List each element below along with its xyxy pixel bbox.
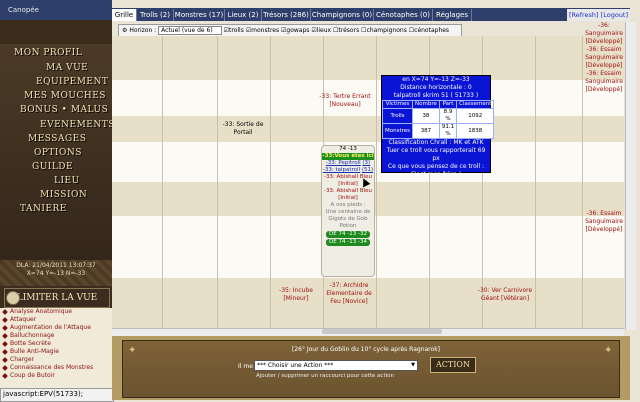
monster-abishall-2[interactable]: -33: Abishall Bleu [Initial] bbox=[322, 188, 374, 202]
position-coords: X=74 Y=-13 N=-33 bbox=[26, 270, 86, 277]
skill-item[interactable]: Charger bbox=[0, 356, 112, 364]
menu-messages[interactable]: MESSAGES bbox=[28, 134, 86, 144]
refresh-link[interactable]: [Refresh] bbox=[569, 11, 599, 19]
action-select[interactable]: *** Choisir une Action *** bbox=[254, 360, 418, 371]
troll-pepitroll[interactable]: -33: Pepitroll (3) bbox=[322, 160, 374, 167]
skill-item[interactable]: Bulle Anti-Magie bbox=[0, 348, 112, 356]
table-row: Monstres 387 91.1 % 1838 bbox=[381, 123, 495, 139]
filter-monstres[interactable]: ☑monstres bbox=[246, 27, 279, 34]
filter-gowaps[interactable]: ☑gowaps bbox=[281, 27, 309, 34]
at-your-feet: A vos pieds : Une centaine de Gigots de … bbox=[325, 202, 371, 229]
menu-options[interactable]: OPTIONS bbox=[34, 148, 82, 158]
cell-incube[interactable]: -35: Incube [Mineur] bbox=[272, 287, 320, 303]
menu-mes-mouches[interactable]: MES MOUCHES bbox=[24, 91, 106, 101]
current-cell-panel: 74 -13 -33:Vous êtes ici -33: Pepitroll … bbox=[321, 145, 375, 277]
dla-info: DLA: 21/04/2011 13:07:37 X=74 Y=-13 N=-3… bbox=[4, 262, 108, 278]
location-banner: Canopée bbox=[0, 0, 112, 20]
table-row: Trolls 38 8.9 % 1092 bbox=[381, 108, 495, 124]
grid-row bbox=[112, 36, 624, 80]
skill-item[interactable]: Augmentation de l'Attaque bbox=[0, 324, 112, 332]
tab-champignons[interactable]: Champignons (0) bbox=[311, 9, 374, 21]
tab-cenotaphes[interactable]: Cénotaphes (0) bbox=[374, 9, 433, 21]
scroll-thumb[interactable] bbox=[322, 329, 442, 334]
refresh-logout: [Refresh] [Logout] bbox=[566, 9, 630, 21]
popup-coords: en X=74 Y=-13 Z=-33 bbox=[402, 76, 470, 83]
cell-essaim[interactable]: -36: Essaim Sanguimaire [Développé] bbox=[584, 210, 624, 234]
tab-grille[interactable]: Grille bbox=[112, 9, 137, 21]
popup-distance: Distance horizontale : 0 bbox=[400, 84, 472, 91]
cell-portail[interactable]: -33: Sortie de Portail bbox=[218, 121, 268, 137]
troll-info-popup: en X=74 Y=-13 Z=-33 Distance horizontale… bbox=[381, 75, 495, 178]
skill-item[interactable]: Balluchonnage bbox=[0, 332, 112, 340]
table-header: Nombre bbox=[412, 100, 440, 109]
tab-reglages[interactable]: Réglages bbox=[433, 9, 472, 21]
horizon-select[interactable]: Actuel (vue de 6) bbox=[158, 26, 222, 35]
gear-icon[interactable]: ⚙ bbox=[122, 27, 127, 34]
filter-tresors[interactable]: ☐trésors bbox=[333, 27, 359, 34]
cell-tertre[interactable]: -33: Tertre Errant [Nouveau] bbox=[318, 93, 372, 109]
skill-item[interactable]: Analyse Anatomique bbox=[0, 308, 112, 316]
tab-bar: Grille Trolls (2) Monstres (17) Lieux (2… bbox=[112, 8, 630, 21]
menu-lieu[interactable]: LIEU bbox=[54, 176, 80, 186]
move-down-button[interactable]: DE 74 -13 -32 bbox=[326, 231, 370, 238]
menu-taniere[interactable]: TANIERE bbox=[20, 204, 67, 214]
tab-monstres[interactable]: Monstres (17) bbox=[174, 9, 225, 21]
vertical-scrollbar[interactable] bbox=[625, 22, 636, 330]
popup-answer: C'est mon frère ! bbox=[410, 171, 462, 178]
logout-link[interactable]: [Logout] bbox=[601, 11, 628, 19]
horizon-label: Horizon : bbox=[129, 27, 157, 34]
popup-troll-name: talpatroll skrim 51 ( 51733 ) bbox=[393, 92, 479, 99]
move-up-button[interactable]: DE 74 -13 -34 bbox=[326, 239, 370, 246]
filter-lieux[interactable]: ☑lieux bbox=[311, 27, 331, 34]
menu-mission[interactable]: MISSION bbox=[40, 190, 87, 200]
action-button[interactable]: ACTION bbox=[430, 357, 476, 373]
skill-item[interactable]: Connaissance des Monstres bbox=[0, 364, 112, 372]
menu-mon-profil[interactable]: MON PROFIL bbox=[14, 48, 82, 58]
tab-tresors[interactable]: Trésors (286) bbox=[262, 9, 311, 21]
filter-trolls[interactable]: ☑trolls bbox=[224, 27, 244, 34]
shortcut-link[interactable]: Ajouter / supprimer un raccourci pour ce… bbox=[256, 373, 394, 379]
menu-equipement[interactable]: EQUIPEMENT bbox=[36, 77, 108, 87]
tab-lieux[interactable]: Lieux (2) bbox=[225, 9, 262, 21]
menu-evenements[interactable]: EVENEMENTS bbox=[40, 120, 115, 130]
game-date: [26° Jour du Goblin du 10° cycle après R… bbox=[291, 346, 441, 353]
menu-ma-vue[interactable]: MA VUE bbox=[46, 63, 88, 73]
popup-question: Ce que vous pensez de ce troll : bbox=[387, 163, 485, 170]
cell-archidre[interactable]: -37: Archidre Elementaire de Feu [Novice… bbox=[322, 282, 376, 306]
table-header: Classement bbox=[456, 100, 495, 109]
skills-list: Analyse Anatomique Attaquer Augmentation… bbox=[0, 308, 112, 392]
skill-item[interactable]: Botte Secrète bbox=[0, 340, 112, 348]
you-are-here: -33:Vous êtes ici bbox=[322, 153, 374, 160]
filter-cenotaphes[interactable]: ☐cénotaphes bbox=[409, 27, 449, 34]
menu-bonus-malus[interactable]: BONUS • MALUS bbox=[20, 105, 108, 115]
skill-item[interactable]: Attaquer bbox=[0, 316, 112, 324]
cell-coords: 74 -13 bbox=[339, 146, 357, 152]
cell-top-right[interactable]: -36: Sanguimaire [Développé] -36: Essaim… bbox=[582, 22, 626, 94]
popup-gain: Tuer ce troll vous rapporterait 69 px bbox=[386, 147, 486, 162]
grid-row bbox=[112, 116, 624, 142]
table-header: Part bbox=[438, 100, 458, 109]
eye-icon bbox=[6, 291, 20, 305]
popup-classification: Classification Chrall : MK et ATK bbox=[388, 139, 484, 146]
filter-champignons[interactable]: ☐champignons bbox=[361, 27, 407, 34]
tab-trolls[interactable]: Trolls (2) bbox=[137, 9, 174, 21]
table-header: Victimes bbox=[381, 100, 414, 109]
ornament-icon: ✦ bbox=[128, 345, 137, 356]
troll-talpatroll[interactable]: -33: talpatroll (51) bbox=[322, 167, 374, 174]
dla-datetime: DLA: 21/04/2011 13:07:37 bbox=[16, 262, 96, 269]
ornament-icon: ✦ bbox=[604, 345, 613, 356]
menu-guilde[interactable]: GUILDE bbox=[32, 162, 73, 172]
victims-table: Victimes Nombre Part Classement Trolls 3… bbox=[381, 100, 495, 139]
cell-ver[interactable]: -30: Ver Carnivore Géant [Vétéran] bbox=[468, 287, 542, 303]
skill-item[interactable]: Coup de Butoir bbox=[0, 372, 112, 380]
